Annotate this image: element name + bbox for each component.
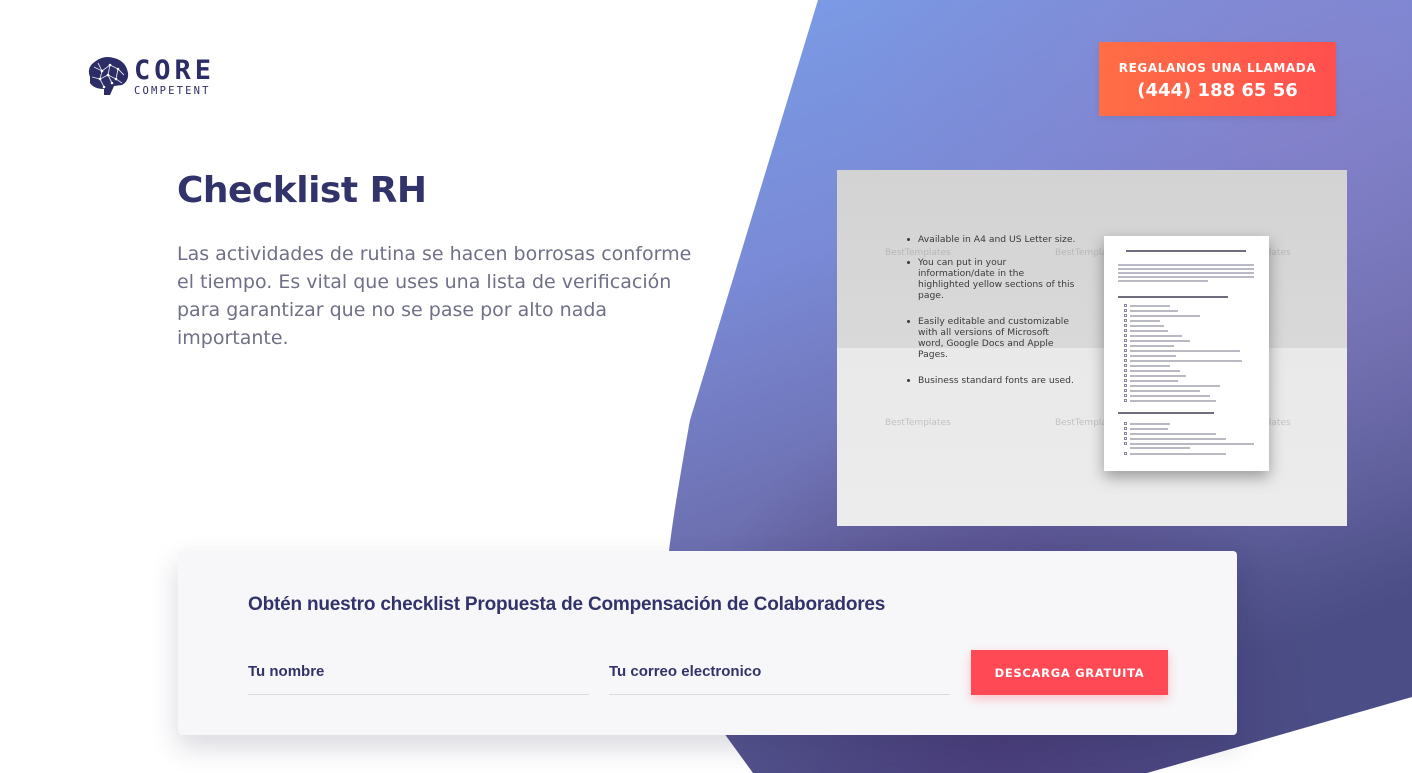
email-input[interactable] [609, 649, 950, 694]
brand-logo[interactable]: CORE COMPETENT [84, 55, 215, 99]
call-us-label: REGALANOS UNA LLAMADA [1118, 61, 1317, 75]
call-us-button[interactable]: REGALANOS UNA LLAMADA (444) 188 65 56 [1099, 42, 1336, 116]
preview-feature-list: Available in A4 and US Letter size. You … [907, 234, 1077, 401]
watermark-text: BestTemplates [885, 418, 951, 428]
brain-icon [88, 57, 129, 95]
page-title: Checklist RH [177, 170, 427, 211]
name-input[interactable] [248, 649, 589, 694]
free-download-button[interactable]: DESCARGA GRATUITA [971, 650, 1168, 695]
preview-feature-item: You can put in your information/date in … [907, 257, 1077, 301]
checklist-preview-image: BestTemplates BestTemplates BestTemplate… [837, 170, 1347, 526]
preview-feature-item: Easily editable and customizable with al… [907, 316, 1077, 360]
preview-feature-item: Business standard fonts are used. [907, 375, 1077, 386]
call-us-phone: (444) 188 65 56 [1137, 80, 1298, 101]
name-field [248, 649, 589, 695]
email-field [609, 649, 950, 695]
download-form-card: Obtén nuestro checklist Propuesta de Com… [178, 551, 1237, 735]
preview-feature-item: Available in A4 and US Letter size. [907, 234, 1077, 245]
document-thumbnail [1104, 236, 1269, 471]
form-title: Obtén nuestro checklist Propuesta de Com… [248, 594, 886, 615]
logo-wordmark: CORE [134, 55, 216, 87]
hero-description: Las actividades de rutina se hacen borro… [177, 243, 692, 349]
logo-tagline: COMPETENT [134, 85, 211, 98]
